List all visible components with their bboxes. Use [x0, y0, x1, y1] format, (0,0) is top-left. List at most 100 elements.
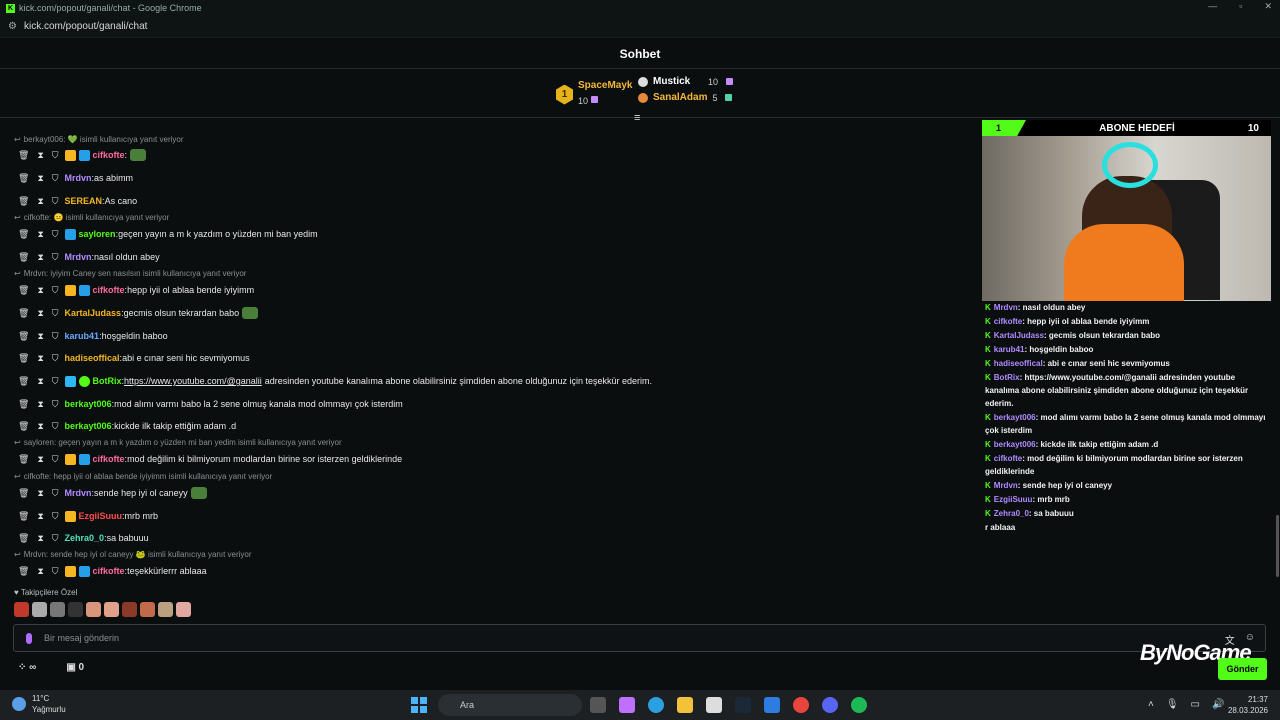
- ban-icon[interactable]: ⛉: [52, 252, 59, 263]
- task-view-icon[interactable]: [590, 697, 606, 713]
- reply-context[interactable]: ↩ Mrdvn: iyiyim Caney sen nasılsın isimli…: [14, 269, 246, 278]
- scrollbar[interactable]: [1276, 515, 1279, 577]
- emote-2[interactable]: [32, 602, 47, 617]
- steam-icon[interactable]: [735, 697, 751, 713]
- timeout-icon[interactable]: ⧗: [37, 399, 43, 410]
- chat-message[interactable]: 🗑 ⧗ ⛉ berkayt006: mod alımı varmı babo la 2…: [8, 397, 403, 411]
- chat-message[interactable]: 🗑 ⧗ ⛉ cifkofte: hepp iyii ol ablaa bende iy…: [8, 283, 254, 297]
- emote-8[interactable]: [140, 602, 155, 617]
- trash-icon[interactable]: 🗑: [18, 308, 29, 319]
- trash-icon[interactable]: 🗑: [18, 285, 29, 296]
- emote-7[interactable]: [122, 602, 137, 617]
- taskbar-search[interactable]: Ara: [438, 694, 582, 716]
- minimize-icon[interactable]: —: [1208, 1, 1217, 12]
- timeout-icon[interactable]: ⧗: [37, 421, 43, 432]
- chat-username[interactable]: cifkofte: [93, 566, 125, 576]
- edge-icon[interactable]: [648, 697, 664, 713]
- file-explorer-icon[interactable]: [677, 697, 693, 713]
- timeout-icon[interactable]: ⧗: [37, 566, 43, 577]
- ban-icon[interactable]: ⛉: [52, 421, 59, 432]
- chat-message[interactable]: 🗑 ⧗ ⛉ berkayt006: kickde ilk takip ettiğim …: [8, 419, 236, 433]
- chat-username[interactable]: BotRix: [93, 376, 122, 386]
- chat-message[interactable]: 🗑 ⧗ ⛉ Mrdvn: sende hep iyi ol caneyy: [8, 486, 207, 500]
- ban-icon[interactable]: ⛉: [52, 173, 59, 184]
- chat-username[interactable]: Zehra0_0: [65, 533, 105, 543]
- trash-icon[interactable]: 🗑: [18, 454, 29, 465]
- start-button[interactable]: [411, 697, 427, 713]
- chat-username[interactable]: berkayt006: [65, 421, 112, 431]
- chat-username[interactable]: EzgiiSuuu: [79, 511, 123, 521]
- reply-context[interactable]: ↩ cifkofte: hepp iyii ol ablaa bende iyiy…: [14, 472, 272, 481]
- timeout-icon[interactable]: ⧗: [37, 229, 43, 240]
- trash-icon[interactable]: 🗑: [18, 150, 29, 161]
- chrome-icon[interactable]: [793, 697, 809, 713]
- emote-6[interactable]: [104, 602, 119, 617]
- timeout-icon[interactable]: ⧗: [37, 173, 43, 184]
- chat-message[interactable]: 🗑 ⧗ ⛉ cifkofte: mod değilim ki bilmiyorum m…: [8, 452, 402, 466]
- chat-username[interactable]: Mrdvn: [65, 252, 92, 262]
- gift-counter[interactable]: ▣ 0: [66, 662, 84, 673]
- mic-icon[interactable]: [26, 632, 32, 644]
- trash-icon[interactable]: 🗑: [18, 196, 29, 207]
- mic-tray-icon[interactable]: 🎙: [1166, 699, 1179, 710]
- ban-icon[interactable]: ⛉: [52, 229, 59, 240]
- address-bar[interactable]: ⚙ kick.com/popout/ganali/chat: [0, 16, 1280, 38]
- trash-icon[interactable]: 🗑: [18, 511, 29, 522]
- timeout-icon[interactable]: ⧗: [37, 331, 43, 342]
- timeout-icon[interactable]: ⧗: [37, 196, 43, 207]
- chat-message[interactable]: 🗑 ⧗ ⛉ KartalJudass: gecmis olsun tekrardan …: [8, 306, 259, 320]
- ban-icon[interactable]: ⛉: [52, 196, 59, 207]
- timeout-icon[interactable]: ⧗: [37, 285, 43, 296]
- chat-message[interactable]: 🗑 ⧗ ⛉ Mrdvn: as abimm: [8, 171, 133, 185]
- trash-icon[interactable]: 🗑: [18, 252, 29, 263]
- send-button[interactable]: Gönder: [1218, 658, 1267, 680]
- emote-10[interactable]: [176, 602, 191, 617]
- chat-message[interactable]: 🗑 ⧗ ⛉ karub41: hoşgeldin baboo: [8, 329, 168, 343]
- ban-icon[interactable]: ⛉: [52, 308, 59, 319]
- ban-icon[interactable]: ⛉: [52, 331, 59, 342]
- emote-4[interactable]: [68, 602, 83, 617]
- timeout-icon[interactable]: ⧗: [37, 353, 43, 364]
- reply-context[interactable]: ↩ sayloren: geçen yayın a m k yazdım o yü…: [14, 438, 342, 447]
- chat-username[interactable]: karub41: [65, 331, 100, 341]
- trash-icon[interactable]: 🗑: [18, 173, 29, 184]
- speaker-icon[interactable]: 🔊: [1212, 699, 1224, 710]
- ban-icon[interactable]: ⛉: [52, 566, 59, 577]
- expand-leaderboard-icon[interactable]: ≡: [634, 112, 640, 124]
- leaderboard-first[interactable]: 1 SpaceMayk 10: [556, 80, 632, 109]
- ban-icon[interactable]: ⛉: [52, 533, 59, 544]
- site-settings-icon[interactable]: ⚙: [8, 21, 18, 32]
- timeout-icon[interactable]: ⧗: [37, 454, 43, 465]
- store-icon[interactable]: [706, 697, 722, 713]
- chat-input-placeholder[interactable]: Bir mesaj gönderin: [44, 633, 119, 643]
- chat-username[interactable]: SEREAN: [65, 196, 103, 206]
- chat-username[interactable]: cifkofte: [93, 285, 125, 295]
- chat-message[interactable]: 🗑 ⧗ ⛉ EzgiiSuuu: mrb mrb: [8, 509, 158, 523]
- timeout-icon[interactable]: ⧗: [37, 376, 43, 387]
- chat-message[interactable]: 🗑 ⧗ ⛉ BotRix: https://www.youtube.com/@gana…: [8, 374, 652, 388]
- emote-9[interactable]: [158, 602, 173, 617]
- spotify-icon[interactable]: [851, 697, 867, 713]
- ban-icon[interactable]: ⛉: [52, 511, 59, 522]
- emote-1[interactable]: [14, 602, 29, 617]
- chat-message[interactable]: 🗑 ⧗ ⛉ Zehra0_0: sa babuuu: [8, 531, 149, 545]
- reply-context[interactable]: ↩ cifkofte: 😐 isimli kullanıcıya yanıt ve…: [14, 213, 169, 222]
- chevron-up-icon[interactable]: ˄: [1148, 699, 1154, 710]
- chat-message[interactable]: 🗑 ⧗ ⛉ sayloren: geçen yayın a m k yazdım o …: [8, 227, 318, 241]
- chat-username[interactable]: berkayt006: [65, 399, 112, 409]
- discord-icon[interactable]: [822, 697, 838, 713]
- emote-3[interactable]: [50, 602, 65, 617]
- timeout-icon[interactable]: ⧗: [37, 488, 43, 499]
- chat-username[interactable]: KartalJudass: [65, 308, 122, 318]
- timeout-icon[interactable]: ⧗: [37, 308, 43, 319]
- reply-context[interactable]: ↩ Mrdvn: sende hep iyi ol caneyy 🐸 isimli…: [14, 550, 252, 559]
- trash-icon[interactable]: 🗑: [18, 376, 29, 387]
- trash-icon[interactable]: 🗑: [18, 331, 29, 342]
- chat-username[interactable]: cifkofte: [93, 454, 125, 464]
- ban-icon[interactable]: ⛉: [52, 285, 59, 296]
- restore-icon[interactable]: ▫: [1239, 1, 1242, 12]
- chat-message[interactable]: 🗑 ⧗ ⛉ cifkofte:: [8, 148, 147, 162]
- timeout-icon[interactable]: ⧗: [37, 533, 43, 544]
- close-icon[interactable]: ✕: [1264, 1, 1272, 12]
- ban-icon[interactable]: ⛉: [52, 488, 59, 499]
